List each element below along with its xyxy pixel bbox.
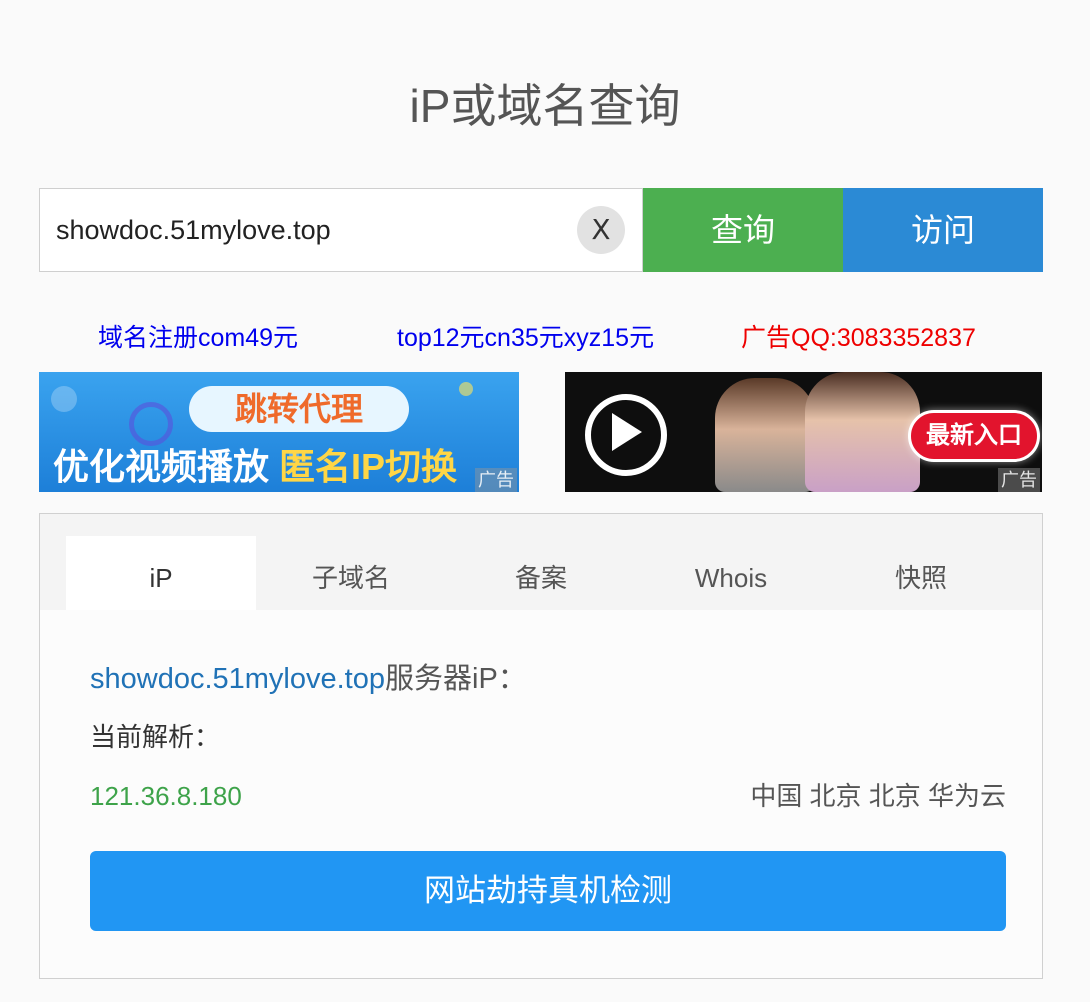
ad-link-contact-qq[interactable]: 广告QQ:3083352837: [741, 318, 976, 358]
result-panel: iP 子域名 备案 Whois 快照 showdoc.51mylove.top服…: [39, 513, 1043, 979]
ip-location: 中国 北京 北京 华为云: [750, 781, 1006, 811]
tab-whois[interactable]: Whois: [636, 536, 826, 610]
query-button[interactable]: 查询: [643, 188, 843, 272]
tab-icp-record[interactable]: 备案: [446, 536, 636, 610]
current-resolve-label: 当前解析：: [90, 722, 221, 752]
ad-link-domain-prices[interactable]: top12元cn35元xyz15元: [397, 318, 654, 358]
result-domain: showdoc.51mylove.top: [90, 663, 385, 695]
hijack-detect-button[interactable]: 网站劫持真机检测: [90, 851, 1006, 931]
banner-subline-a: 优化视频播放: [53, 446, 270, 487]
page-title: iP或域名查询: [409, 80, 681, 132]
bubble-decoration: [459, 382, 473, 396]
visit-button[interactable]: 访问: [843, 188, 1043, 272]
banner-headline: 跳转代理: [189, 386, 409, 432]
search-box: X: [39, 188, 643, 272]
banner-subline-b: 匿名IP切换: [279, 446, 458, 487]
result-heading: showdoc.51mylove.top服务器iP：: [90, 660, 527, 698]
ad-link-domain-register[interactable]: 域名注册com49元: [98, 318, 298, 358]
promo-photo: [715, 378, 815, 492]
banner-ad-video[interactable]: 最新入口 广告: [565, 372, 1042, 492]
result-heading-suffix: 服务器iP：: [385, 663, 527, 695]
text-ad-row: 域名注册com49元 top12元cn35元xyz15元 广告QQ:308335…: [0, 318, 1090, 358]
banner-subline: 优化视频播放 匿名IP切换: [53, 438, 457, 490]
latest-entry-button: 最新入口: [908, 410, 1040, 462]
play-icon: [612, 413, 642, 451]
tab-bar: iP 子域名 备案 Whois 快照: [40, 514, 1042, 610]
tab-ip[interactable]: iP: [66, 536, 256, 610]
search-bar: X 查询 访问: [39, 188, 1043, 272]
banner-ad-proxy[interactable]: 跳转代理 优化视频播放 匿名IP切换 广告: [39, 372, 519, 492]
tab-subdomain[interactable]: 子域名: [256, 536, 446, 610]
promo-photo: [805, 372, 920, 492]
search-input[interactable]: [56, 189, 576, 271]
ad-tag: 广告: [998, 468, 1040, 492]
clear-button[interactable]: X: [577, 206, 625, 254]
ad-tag: 广告: [475, 468, 517, 492]
tab-snapshot[interactable]: 快照: [826, 536, 1016, 610]
ip-address: 121.36.8.180: [90, 781, 242, 811]
bubble-decoration: [51, 386, 77, 412]
